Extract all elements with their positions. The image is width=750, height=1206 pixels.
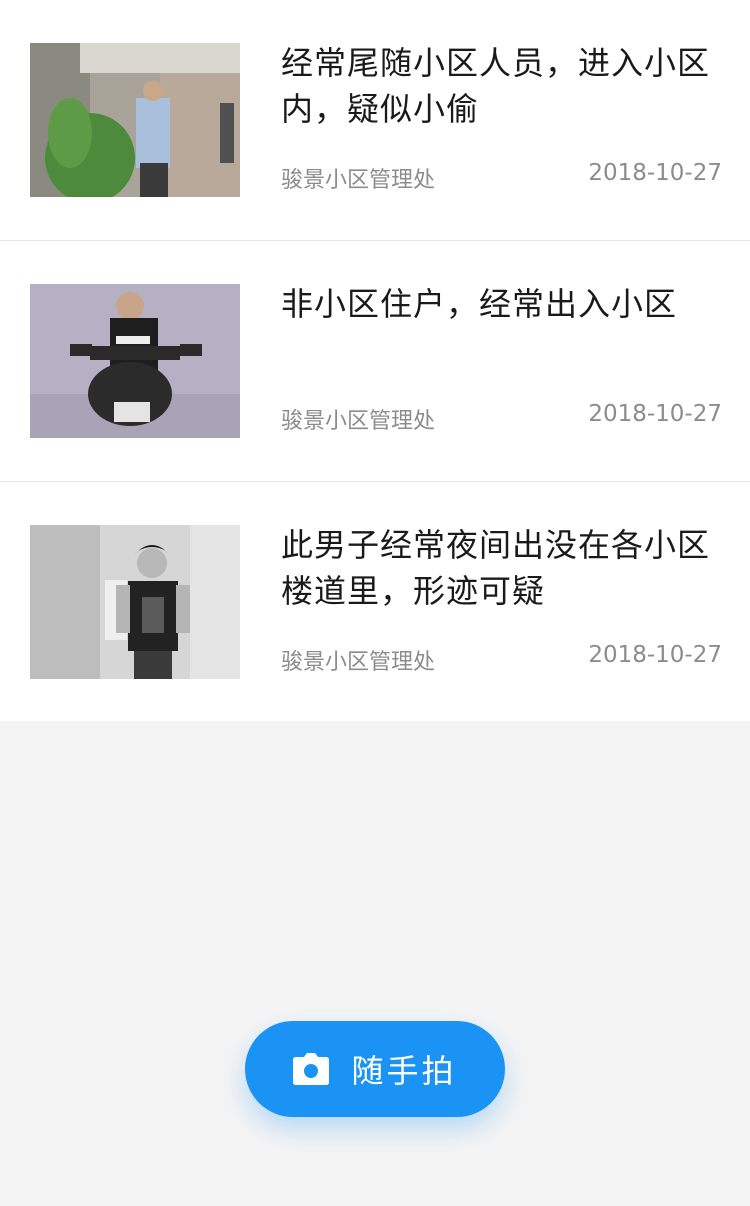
post-date: 2018-10-27 — [588, 160, 722, 186]
list-item[interactable]: 此男子经常夜间出没在各小区楼道里，形迹可疑 骏景小区管理处 2018-10-27 — [0, 482, 750, 721]
post-title: 非小区住户，经常出入小区 — [281, 285, 678, 323]
post-date: 2018-10-27 — [588, 642, 722, 668]
post-thumbnail — [30, 43, 240, 197]
list-item[interactable]: 非小区住户，经常出入小区 骏景小区管理处 2018-10-27 — [0, 241, 750, 482]
post-thumbnail — [30, 284, 240, 438]
snapshot-button-label: 随手拍 — [351, 1052, 457, 1090]
post-title: 经常尾随小区人员，进入小区内，疑似小偷 — [281, 44, 711, 128]
post-source: 骏景小区管理处 — [281, 168, 436, 193]
post-thumbnail — [30, 525, 240, 679]
snapshot-button[interactable]: 随手拍 — [245, 1021, 505, 1117]
post-source: 骏景小区管理处 — [281, 409, 436, 434]
post-date: 2018-10-27 — [588, 401, 722, 427]
post-source: 骏景小区管理处 — [281, 650, 436, 675]
report-list: 经常尾随小区人员，进入小区内，疑似小偷 骏景小区管理处 2018-10-27 非… — [0, 0, 750, 721]
camera-icon — [293, 1053, 330, 1085]
post-title: 此男子经常夜间出没在各小区楼道里，形迹可疑 — [281, 526, 711, 610]
list-item[interactable]: 经常尾随小区人员，进入小区内，疑似小偷 骏景小区管理处 2018-10-27 — [0, 0, 750, 241]
